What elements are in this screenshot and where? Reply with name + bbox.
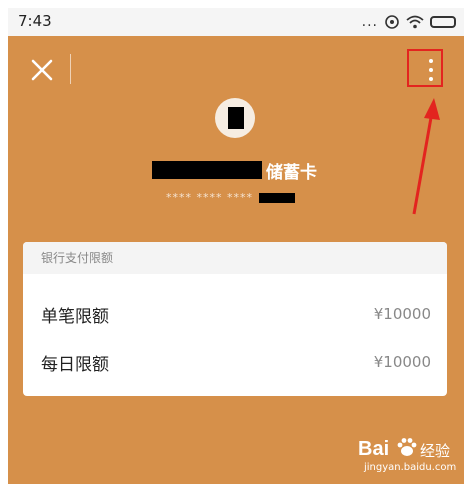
limit-row-single: 单笔限额 ¥10000 (41, 302, 431, 327)
close-icon (31, 59, 53, 81)
card-name: 储蓄卡 (152, 159, 317, 183)
hotspot-icon (385, 15, 399, 29)
card-number-redaction (259, 192, 295, 203)
paw-icon (397, 438, 417, 456)
card-number: **** **** **** (166, 191, 295, 204)
status-icons: ... (362, 14, 456, 30)
bank-name-redaction (152, 161, 262, 179)
limit-label: 每日限额 (41, 354, 109, 375)
limit-row-daily: 每日限额 ¥10000 (41, 350, 431, 375)
watermark-brand: Bai (358, 438, 390, 460)
limit-value: ¥10000 (373, 353, 431, 371)
watermark-suffix: 经验 (420, 442, 451, 460)
masked-card-number: **** **** **** (166, 191, 253, 204)
battery-icon (430, 16, 456, 28)
limit-label: 单笔限额 (41, 306, 109, 327)
status-time: 7:43 (18, 12, 52, 30)
baidu-watermark: Bai 经验 jingyan.baidu.com (358, 432, 458, 480)
annotation-highlight-box (407, 49, 443, 87)
limit-value: ¥10000 (373, 305, 431, 323)
limits-title: 银行支付限额 (23, 242, 447, 274)
card-type-label: 储蓄卡 (266, 162, 317, 183)
watermark-url: jingyan.baidu.com (364, 462, 457, 473)
bank-logo-redaction (228, 107, 244, 129)
close-button[interactable] (28, 56, 56, 84)
header-divider (70, 54, 71, 84)
app-screen: 7:43 ... 储蓄卡 **** **** **** 银行支付限额 单笔限额 … (8, 8, 464, 484)
cellular-dots-icon: ... (361, 14, 378, 30)
wifi-icon (406, 15, 424, 29)
status-bar: 7:43 ... (8, 8, 464, 36)
payment-limits-card: 银行支付限额 单笔限额 ¥10000 每日限额 ¥10000 (23, 242, 447, 396)
bank-logo (215, 98, 255, 138)
annotation-arrow (412, 98, 440, 215)
